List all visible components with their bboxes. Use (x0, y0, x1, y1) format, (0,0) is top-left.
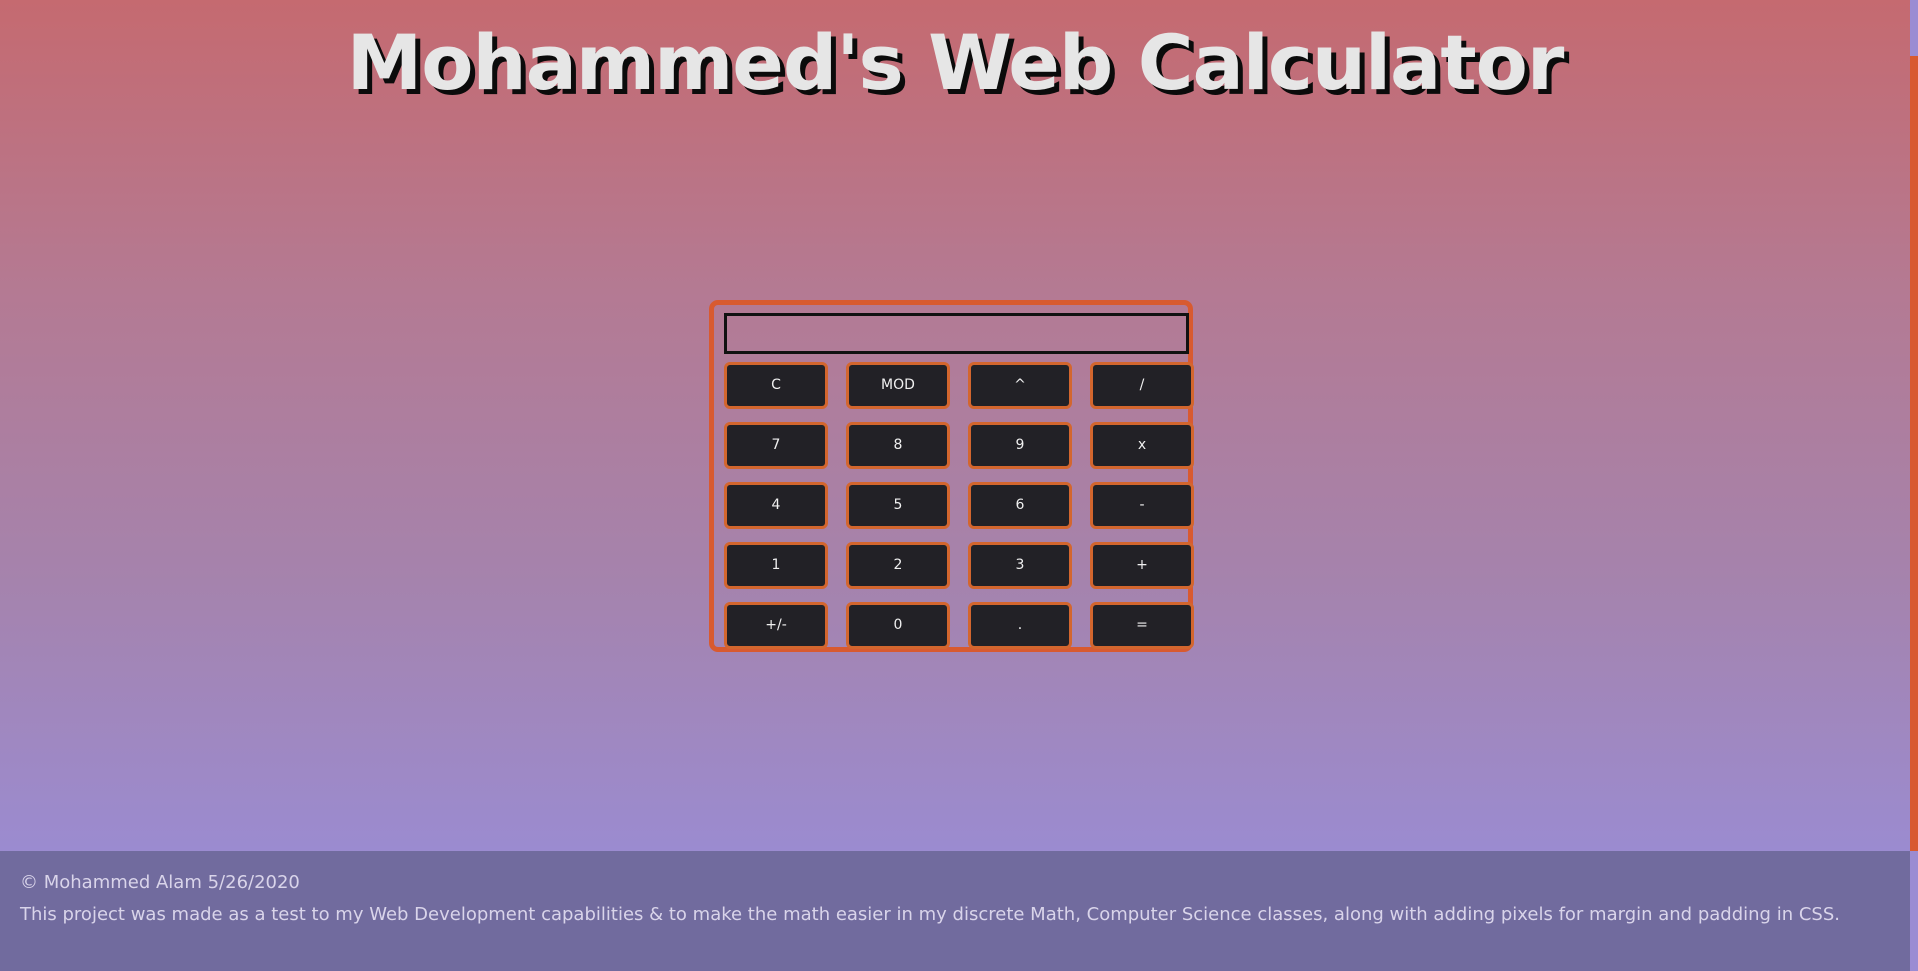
digit-9-button[interactable]: 9 (968, 422, 1072, 469)
subtract-button[interactable]: - (1090, 482, 1194, 529)
digit-0-button[interactable]: 0 (846, 602, 950, 649)
digit-8-button[interactable]: 8 (846, 422, 950, 469)
digit-4-button[interactable]: 4 (724, 482, 828, 529)
calculator-display[interactable] (724, 313, 1189, 354)
scrollbar-track[interactable] (1910, 0, 1918, 851)
decimal-button[interactable]: . (968, 602, 1072, 649)
scrollbar-thumb[interactable] (1910, 0, 1918, 56)
digit-2-button[interactable]: 2 (846, 542, 950, 589)
digit-7-button[interactable]: 7 (724, 422, 828, 469)
negate-button[interactable]: +/- (724, 602, 828, 649)
multiply-button[interactable]: x (1090, 422, 1194, 469)
footer-copyright: © Mohammed Alam 5/26/2020 (20, 872, 300, 893)
page-title: Mohammed's Web Calculator (346, 18, 1565, 107)
digit-6-button[interactable]: 6 (968, 482, 1072, 529)
clear-button[interactable]: C (724, 362, 828, 409)
power-button[interactable]: ^ (968, 362, 1072, 409)
footer-description: This project was made as a test to my We… (20, 904, 1840, 925)
divide-button[interactable]: / (1090, 362, 1194, 409)
mod-button[interactable]: MOD (846, 362, 950, 409)
calculator: C MOD ^ / 7 8 9 x 4 5 6 - 1 2 3 + +/- 0 … (709, 300, 1194, 652)
digit-1-button[interactable]: 1 (724, 542, 828, 589)
digit-5-button[interactable]: 5 (846, 482, 950, 529)
equals-button[interactable]: = (1090, 602, 1194, 649)
footer: © Mohammed Alam 5/26/2020 This project w… (0, 851, 1910, 971)
digit-3-button[interactable]: 3 (968, 542, 1072, 589)
add-button[interactable]: + (1090, 542, 1194, 589)
